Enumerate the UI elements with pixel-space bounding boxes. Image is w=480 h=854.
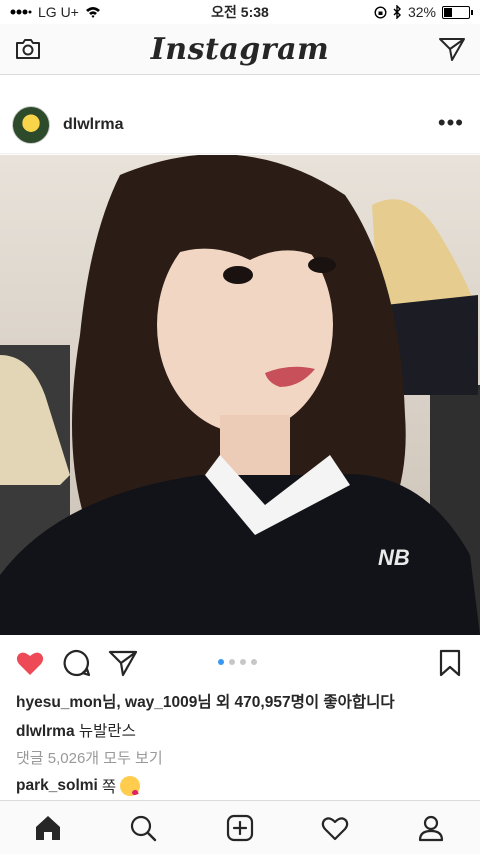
post-header: dlwlrma •••: [0, 97, 480, 154]
post-caption: dlwlrma 뉴발란스: [16, 719, 136, 741]
comment-username[interactable]: park_solmi: [16, 777, 98, 795]
share-icon[interactable]: [108, 648, 138, 678]
carrier: LG U+: [38, 4, 79, 20]
post-username[interactable]: dlwlrma: [63, 116, 123, 134]
instagram-logo: Instagram: [150, 31, 330, 67]
bottom-tab-bar: [0, 800, 480, 854]
carousel-dot: [229, 659, 235, 665]
carousel-indicator: [218, 659, 257, 665]
status-left: LG U+: [10, 4, 101, 20]
avatar[interactable]: [12, 106, 50, 144]
comment-text: 쪽: [101, 779, 117, 796]
post-photo-image: NB: [0, 155, 480, 635]
signal-icon: [10, 9, 32, 15]
kissing-face-emoji-icon: [120, 776, 141, 796]
profile-icon[interactable]: [416, 813, 446, 843]
likes-summary[interactable]: hyesu_mon님, way_1009님 외 470,957명이 좋아합니다: [16, 690, 395, 712]
rotation-lock-icon: [374, 5, 387, 19]
view-all-comments-link[interactable]: 댓글 5,026개 모두 보기: [16, 747, 163, 768]
battery-fill: [444, 7, 453, 17]
battery-percent: 32%: [407, 4, 436, 20]
top-navigation-bar: Instagram: [0, 24, 480, 75]
carousel-dot: [240, 659, 246, 665]
search-icon[interactable]: [128, 813, 158, 843]
post-action-bar: [0, 640, 480, 684]
battery-icon: [442, 5, 473, 19]
home-icon[interactable]: [33, 813, 63, 843]
like-heart-icon[interactable]: [15, 648, 45, 678]
carousel-dot: [218, 659, 224, 665]
activity-icon[interactable]: [320, 813, 350, 843]
post-photo[interactable]: NB: [0, 155, 480, 635]
carousel-dot: [251, 659, 257, 665]
more-options-icon[interactable]: •••: [438, 112, 464, 134]
status-bar: LG U+ 오전 5:38 32%: [0, 0, 480, 24]
caption-username[interactable]: dlwlrma: [16, 723, 75, 740]
bookmark-icon[interactable]: [435, 648, 465, 678]
status-right: 32%: [374, 4, 473, 20]
svg-text:NB: NB: [378, 545, 410, 570]
comment-icon[interactable]: [62, 648, 92, 678]
caption-text: 뉴발란스: [78, 723, 136, 740]
bluetooth-icon: [393, 5, 401, 19]
wifi-icon: [85, 7, 100, 18]
camera-icon[interactable]: [14, 35, 42, 63]
comment-row: park_solmi 쪽: [16, 775, 141, 797]
new-post-icon[interactable]: [225, 813, 255, 843]
direct-message-icon[interactable]: [438, 35, 466, 63]
